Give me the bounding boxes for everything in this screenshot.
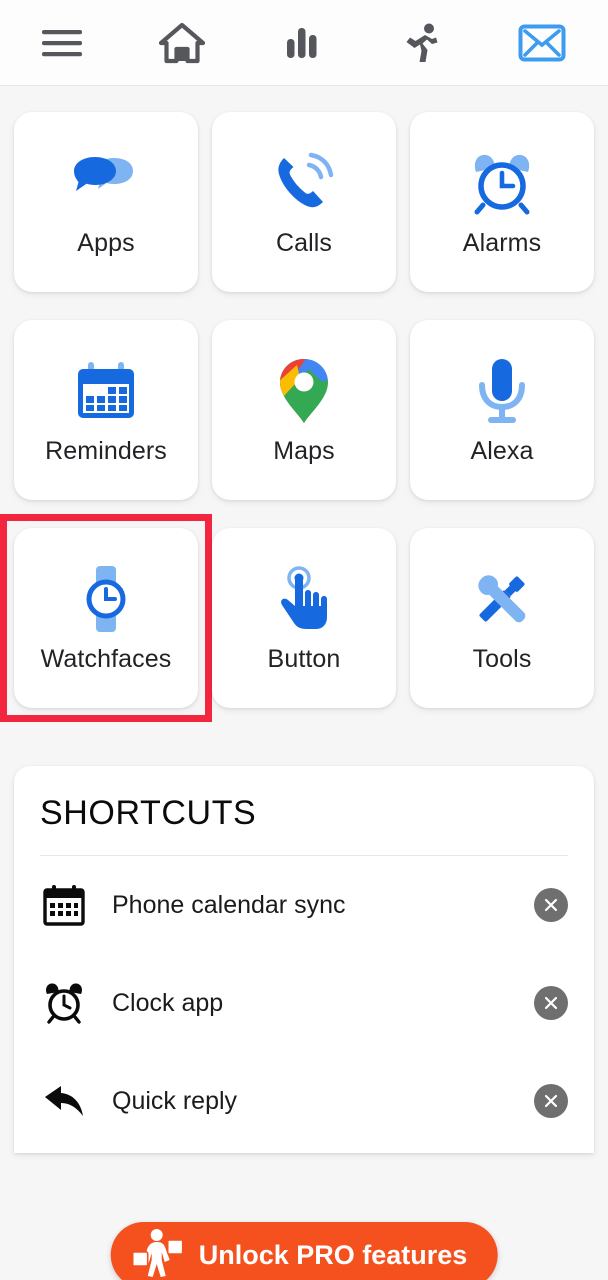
smartwatch-icon (81, 563, 131, 635)
shortcut-label: Clock app (112, 988, 224, 1017)
close-icon (544, 898, 558, 912)
feature-tile-grid: Apps Calls Alarms Reminders Maps Alexa W… (0, 86, 608, 722)
remove-shortcut-button[interactable] (534, 986, 568, 1020)
menu-icon-glyph (42, 29, 82, 56)
tile-calls[interactable]: Calls (212, 112, 396, 292)
shortcut-label: Phone calendar sync (112, 890, 346, 919)
home-icon-glyph (159, 22, 205, 63)
close-icon (544, 996, 558, 1010)
tile-maps[interactable]: Maps (212, 320, 396, 500)
chat-bubbles-icon (70, 147, 142, 219)
tile-alexa[interactable]: Alexa (410, 320, 594, 500)
tools-icon (468, 563, 536, 635)
tile-label: Apps (77, 228, 135, 257)
tile-label: Maps (273, 436, 335, 465)
tile-label: Watchfaces (40, 644, 172, 673)
tile-wrap-alexa: Alexa (410, 320, 594, 500)
messages-icon[interactable] (510, 13, 574, 73)
activity-icon[interactable] (390, 13, 454, 73)
tile-wrap-button: Button (212, 528, 396, 708)
phone-call-icon (271, 147, 337, 219)
stats-icon[interactable] (270, 13, 334, 73)
app-screen: Apps Calls Alarms Reminders Maps Alexa W… (0, 0, 608, 1280)
top-navigation-bar (0, 0, 608, 86)
tile-wrap-alarms: Alarms (410, 112, 594, 292)
remove-shortcut-button[interactable] (534, 888, 568, 922)
tile-wrap-reminders: Reminders (14, 320, 198, 500)
alarm-clock-icon (468, 147, 536, 219)
tile-label: Reminders (45, 436, 167, 465)
shopper-icon (131, 1226, 185, 1280)
alarm-clock-icon (40, 979, 88, 1027)
close-icon (544, 1094, 558, 1108)
tile-label: Tools (472, 644, 532, 673)
stats-icon-glyph (287, 27, 317, 58)
activity-icon-glyph (406, 23, 438, 62)
tile-wrap-calls: Calls (212, 112, 396, 292)
shortcut-row-phone-calendar-sync[interactable]: Phone calendar sync (40, 856, 568, 954)
calendar-icon (40, 881, 88, 929)
tile-alarms[interactable]: Alarms (410, 112, 594, 292)
tile-label: Alexa (470, 436, 534, 465)
unlock-pro-label: Unlock PRO features (198, 1239, 468, 1270)
reply-arrow-icon (40, 1077, 88, 1125)
tile-apps[interactable]: Apps (14, 112, 198, 292)
tap-hand-icon (272, 563, 336, 635)
shortcut-row-quick-reply[interactable]: Quick reply (40, 1052, 568, 1150)
tile-wrap-tools: Tools (410, 528, 594, 708)
tile-reminders[interactable]: Reminders (14, 320, 198, 500)
tile-wrap-watchfaces: Watchfaces (0, 514, 212, 722)
tile-watchfaces[interactable]: Watchfaces (14, 528, 198, 708)
shortcuts-card: SHORTCUTS Phone calendar sync Clock app … (14, 766, 594, 1153)
tile-button[interactable]: Button (212, 528, 396, 708)
remove-shortcut-button[interactable] (534, 1084, 568, 1118)
tile-label: Calls (275, 228, 333, 257)
tile-label: Button (267, 644, 341, 673)
unlock-pro-button[interactable]: Unlock PRO features (110, 1222, 498, 1280)
home-icon[interactable] (150, 13, 214, 73)
calendar-icon (74, 355, 138, 427)
tile-label: Alarms (462, 228, 542, 257)
messages-icon-glyph (518, 24, 566, 61)
tile-tools[interactable]: Tools (410, 528, 594, 708)
shortcut-row-clock-app[interactable]: Clock app (40, 954, 568, 1052)
tile-wrap-apps: Apps (14, 112, 198, 292)
shortcut-label: Quick reply (112, 1086, 238, 1115)
menu-icon[interactable] (30, 13, 94, 73)
microphone-icon (474, 355, 530, 427)
shortcuts-heading: SHORTCUTS (40, 794, 257, 832)
tile-wrap-maps: Maps (212, 320, 396, 500)
map-pin-icon (277, 355, 331, 427)
